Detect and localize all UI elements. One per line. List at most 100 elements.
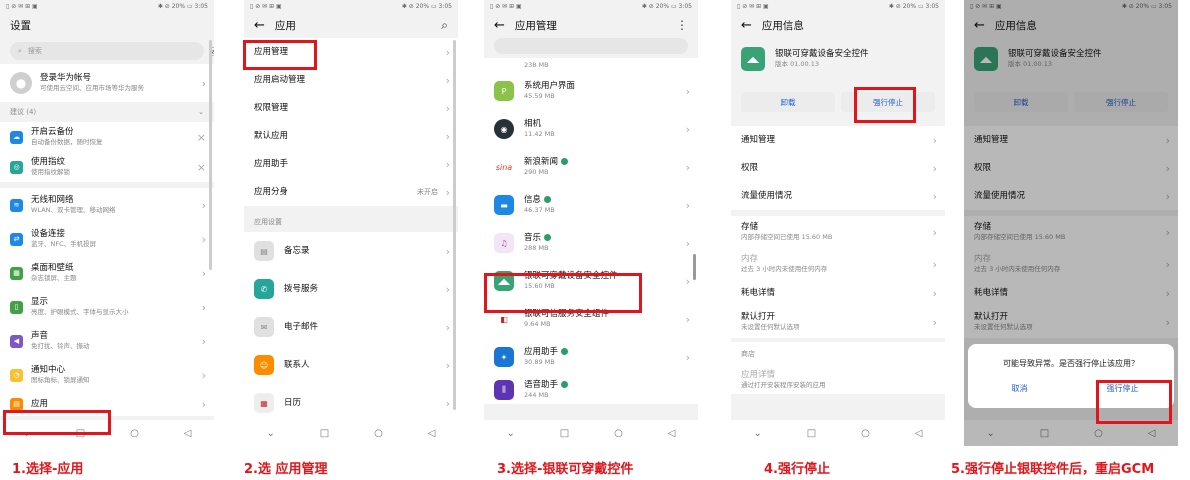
highlight-box xyxy=(3,410,111,435)
chevron-right-icon: › xyxy=(932,315,937,329)
menu-item-app-assistant[interactable]: 应用助手 › xyxy=(244,150,458,178)
search-icon[interactable]: ⌕ xyxy=(441,18,448,33)
uninstall-button[interactable]: 卸载 xyxy=(741,92,835,112)
app-row-calendar[interactable]: ▦ 日历 › xyxy=(244,384,458,422)
scrollbar[interactable] xyxy=(693,254,696,280)
android-p-icon: P xyxy=(494,81,514,101)
chevron-right-icon: › xyxy=(932,189,937,203)
status-badge: 未开启 xyxy=(417,188,438,196)
info-row-data-usage[interactable]: 流量使用情况 › xyxy=(731,182,945,210)
chevron-right-icon: › xyxy=(445,358,450,372)
settings-item-notification[interactable]: ◔ 通知中心 图标角标、锁屏通知 › xyxy=(0,358,214,392)
shield-icon xyxy=(544,196,552,203)
speaker-icon: ◀ xyxy=(10,334,23,348)
suggest-item-fingerprint[interactable]: ◎ 使用指纹 使用指纹解锁 × xyxy=(0,152,214,182)
scrollbar[interactable] xyxy=(209,40,212,270)
info-row-memory[interactable]: 内存 过去 3 小时内未使用任何内存 › xyxy=(731,248,945,280)
info-row-notifications[interactable]: 通知管理 › xyxy=(731,126,945,154)
app-list-item[interactable]: sina 新浪新闻 290 MB › xyxy=(484,148,698,186)
shield-icon xyxy=(561,381,569,388)
chevron-right-icon: › xyxy=(201,397,206,411)
settings-item-device-connection[interactable]: ⇄ 设备连接 蓝牙、NFC、手机投屏 › xyxy=(0,222,214,256)
nav-home-icon[interactable]: ○ xyxy=(614,428,623,439)
close-icon[interactable]: × xyxy=(197,161,206,174)
info-row-battery[interactable]: 耗电详情 › xyxy=(731,280,945,306)
chevron-right-icon: › xyxy=(445,129,450,143)
settings-item-wallpaper[interactable]: ▦ 桌面和壁纸 杂志锁屏、主题 › xyxy=(0,256,214,290)
chevron-right-icon: › xyxy=(685,160,690,174)
app-row-dialer[interactable]: ✆ 拨号服务 › xyxy=(244,270,458,308)
nav-back-icon[interactable]: ◁ xyxy=(915,428,923,439)
chevron-right-icon: › xyxy=(445,320,450,334)
app-list-item[interactable]: ◉ 相机 11.42 MB › xyxy=(484,110,698,148)
wifi-icon: ≋ xyxy=(10,198,23,212)
menu-item-default-apps[interactable]: 默认应用 › xyxy=(244,122,458,150)
search-icon: ⌕ xyxy=(18,46,22,55)
app-list-item[interactable]: ♫ 音乐 288 MB › xyxy=(484,224,698,262)
chevron-right-icon: › xyxy=(445,244,450,258)
app-list-item[interactable]: ▬ 信息 46.37 MB › xyxy=(484,186,698,224)
info-row-app-details[interactable]: 应用详情 通过打开安装程序安装的应用 xyxy=(731,366,945,394)
camera-icon: ◉ xyxy=(494,119,514,139)
chevron-right-icon: › xyxy=(685,198,690,212)
app-list-item[interactable]: ✦ 应用助手 30.89 MB › xyxy=(484,338,698,376)
suggest-item-backup[interactable]: ☁ 开启云备份 自动备份数据，随时恢复 × xyxy=(0,122,214,152)
nav-recent-icon[interactable]: □ xyxy=(807,428,816,439)
voice-assistant-icon: ⫼ xyxy=(494,380,514,400)
nav-down-icon[interactable]: ⌄ xyxy=(753,428,761,439)
nav-back-icon[interactable]: ◁ xyxy=(428,428,436,439)
nav-home-icon[interactable]: ○ xyxy=(861,428,870,439)
app-list-item[interactable]: P 系统用户界面 45.59 MB › xyxy=(484,72,698,110)
back-arrow-icon[interactable]: ← xyxy=(254,18,265,33)
info-row-permissions[interactable]: 权限 › xyxy=(731,154,945,182)
nav-back-icon[interactable]: ◁ xyxy=(184,428,192,439)
nav-back-icon[interactable]: ◁ xyxy=(668,428,676,439)
nav-down-icon[interactable]: ⌄ xyxy=(266,428,274,439)
apps-icon: ▤ xyxy=(10,397,23,411)
app-row-email[interactable]: ✉ 电子邮件 › xyxy=(244,308,458,346)
info-row-open-by-default[interactable]: 默认打开 未设置任何默认选项 › xyxy=(731,306,945,338)
search-input[interactable] xyxy=(494,38,688,54)
section-header: 商店 xyxy=(731,342,945,366)
app-row-memo[interactable]: ▤ 备忘录 › xyxy=(244,232,458,270)
page-title: 应用信息 xyxy=(761,19,804,32)
back-arrow-icon[interactable]: ← xyxy=(494,18,505,33)
settings-item-sound[interactable]: ◀ 声音 免打扰、铃声、振动 › xyxy=(0,324,214,358)
chevron-right-icon: › xyxy=(201,334,206,348)
account-row[interactable]: ● 登录华为帐号 可使用云空间、应用市场等华为服务 › xyxy=(0,64,214,102)
app-row-contacts[interactable]: ☺ 联系人 › xyxy=(244,346,458,384)
close-icon[interactable]: × xyxy=(197,131,206,144)
nav-down-icon[interactable]: ⌄ xyxy=(506,428,514,439)
settings-item-display[interactable]: ▯ 显示 亮度、护眼模式、字体与显示大小 › xyxy=(0,290,214,324)
chevron-right-icon: › xyxy=(932,257,937,271)
nav-home-icon[interactable]: ○ xyxy=(130,428,139,439)
info-row-storage[interactable]: 存储 内部存储空间已使用 15.60 MB › xyxy=(731,216,945,248)
app-list-item[interactable]: 238 MB xyxy=(484,58,698,72)
settings-item-wireless[interactable]: ≋ 无线和网络 WLAN、双卡管理、移动网络 › xyxy=(0,188,214,222)
cancel-button[interactable]: 取消 xyxy=(968,383,1071,394)
scrollbar[interactable] xyxy=(453,40,456,410)
more-options-icon[interactable]: ⋮ xyxy=(676,18,688,32)
avatar: ● xyxy=(10,72,32,94)
menu-item-app-launch[interactable]: 应用启动管理 › xyxy=(244,66,458,94)
bell-icon: ◔ xyxy=(10,368,23,382)
suggest-header[interactable]: 建议 (4) ⌄ xyxy=(0,102,214,122)
app-list-item[interactable]: ⫼ 语音助手 244 MB xyxy=(484,376,698,404)
display-icon: ▯ xyxy=(10,300,23,314)
music-icon: ♫ xyxy=(494,233,514,253)
nav-home-icon[interactable]: ○ xyxy=(374,428,383,439)
shield-icon xyxy=(561,348,569,355)
back-arrow-icon[interactable]: ← xyxy=(741,18,752,33)
page-title: 应用管理 xyxy=(514,19,557,32)
app-info-screen: ▯ ⊘ ✉ ⊞ ▣ ✱ ⊘ 20% ▭ 3:05 ← 应用信息 ◢◣ 银联可穿戴设… xyxy=(731,0,945,446)
chevron-right-icon: › xyxy=(445,73,450,87)
nav-bar: ⌄ □ ○ ◁ xyxy=(731,420,945,446)
nav-recent-icon[interactable]: □ xyxy=(320,428,329,439)
menu-item-permissions[interactable]: 权限管理 › xyxy=(244,94,458,122)
search-input[interactable]: ⌕搜索ⓐ xyxy=(10,42,214,60)
page-title-bar: ← 应用信息 xyxy=(731,12,945,38)
menu-item-app-clone[interactable]: 应用分身 未开启 › xyxy=(244,178,458,206)
chevron-right-icon: › xyxy=(932,286,937,300)
nav-bar: ⌄ □ ○ ◁ xyxy=(244,420,458,446)
nav-recent-icon[interactable]: □ xyxy=(560,428,569,439)
